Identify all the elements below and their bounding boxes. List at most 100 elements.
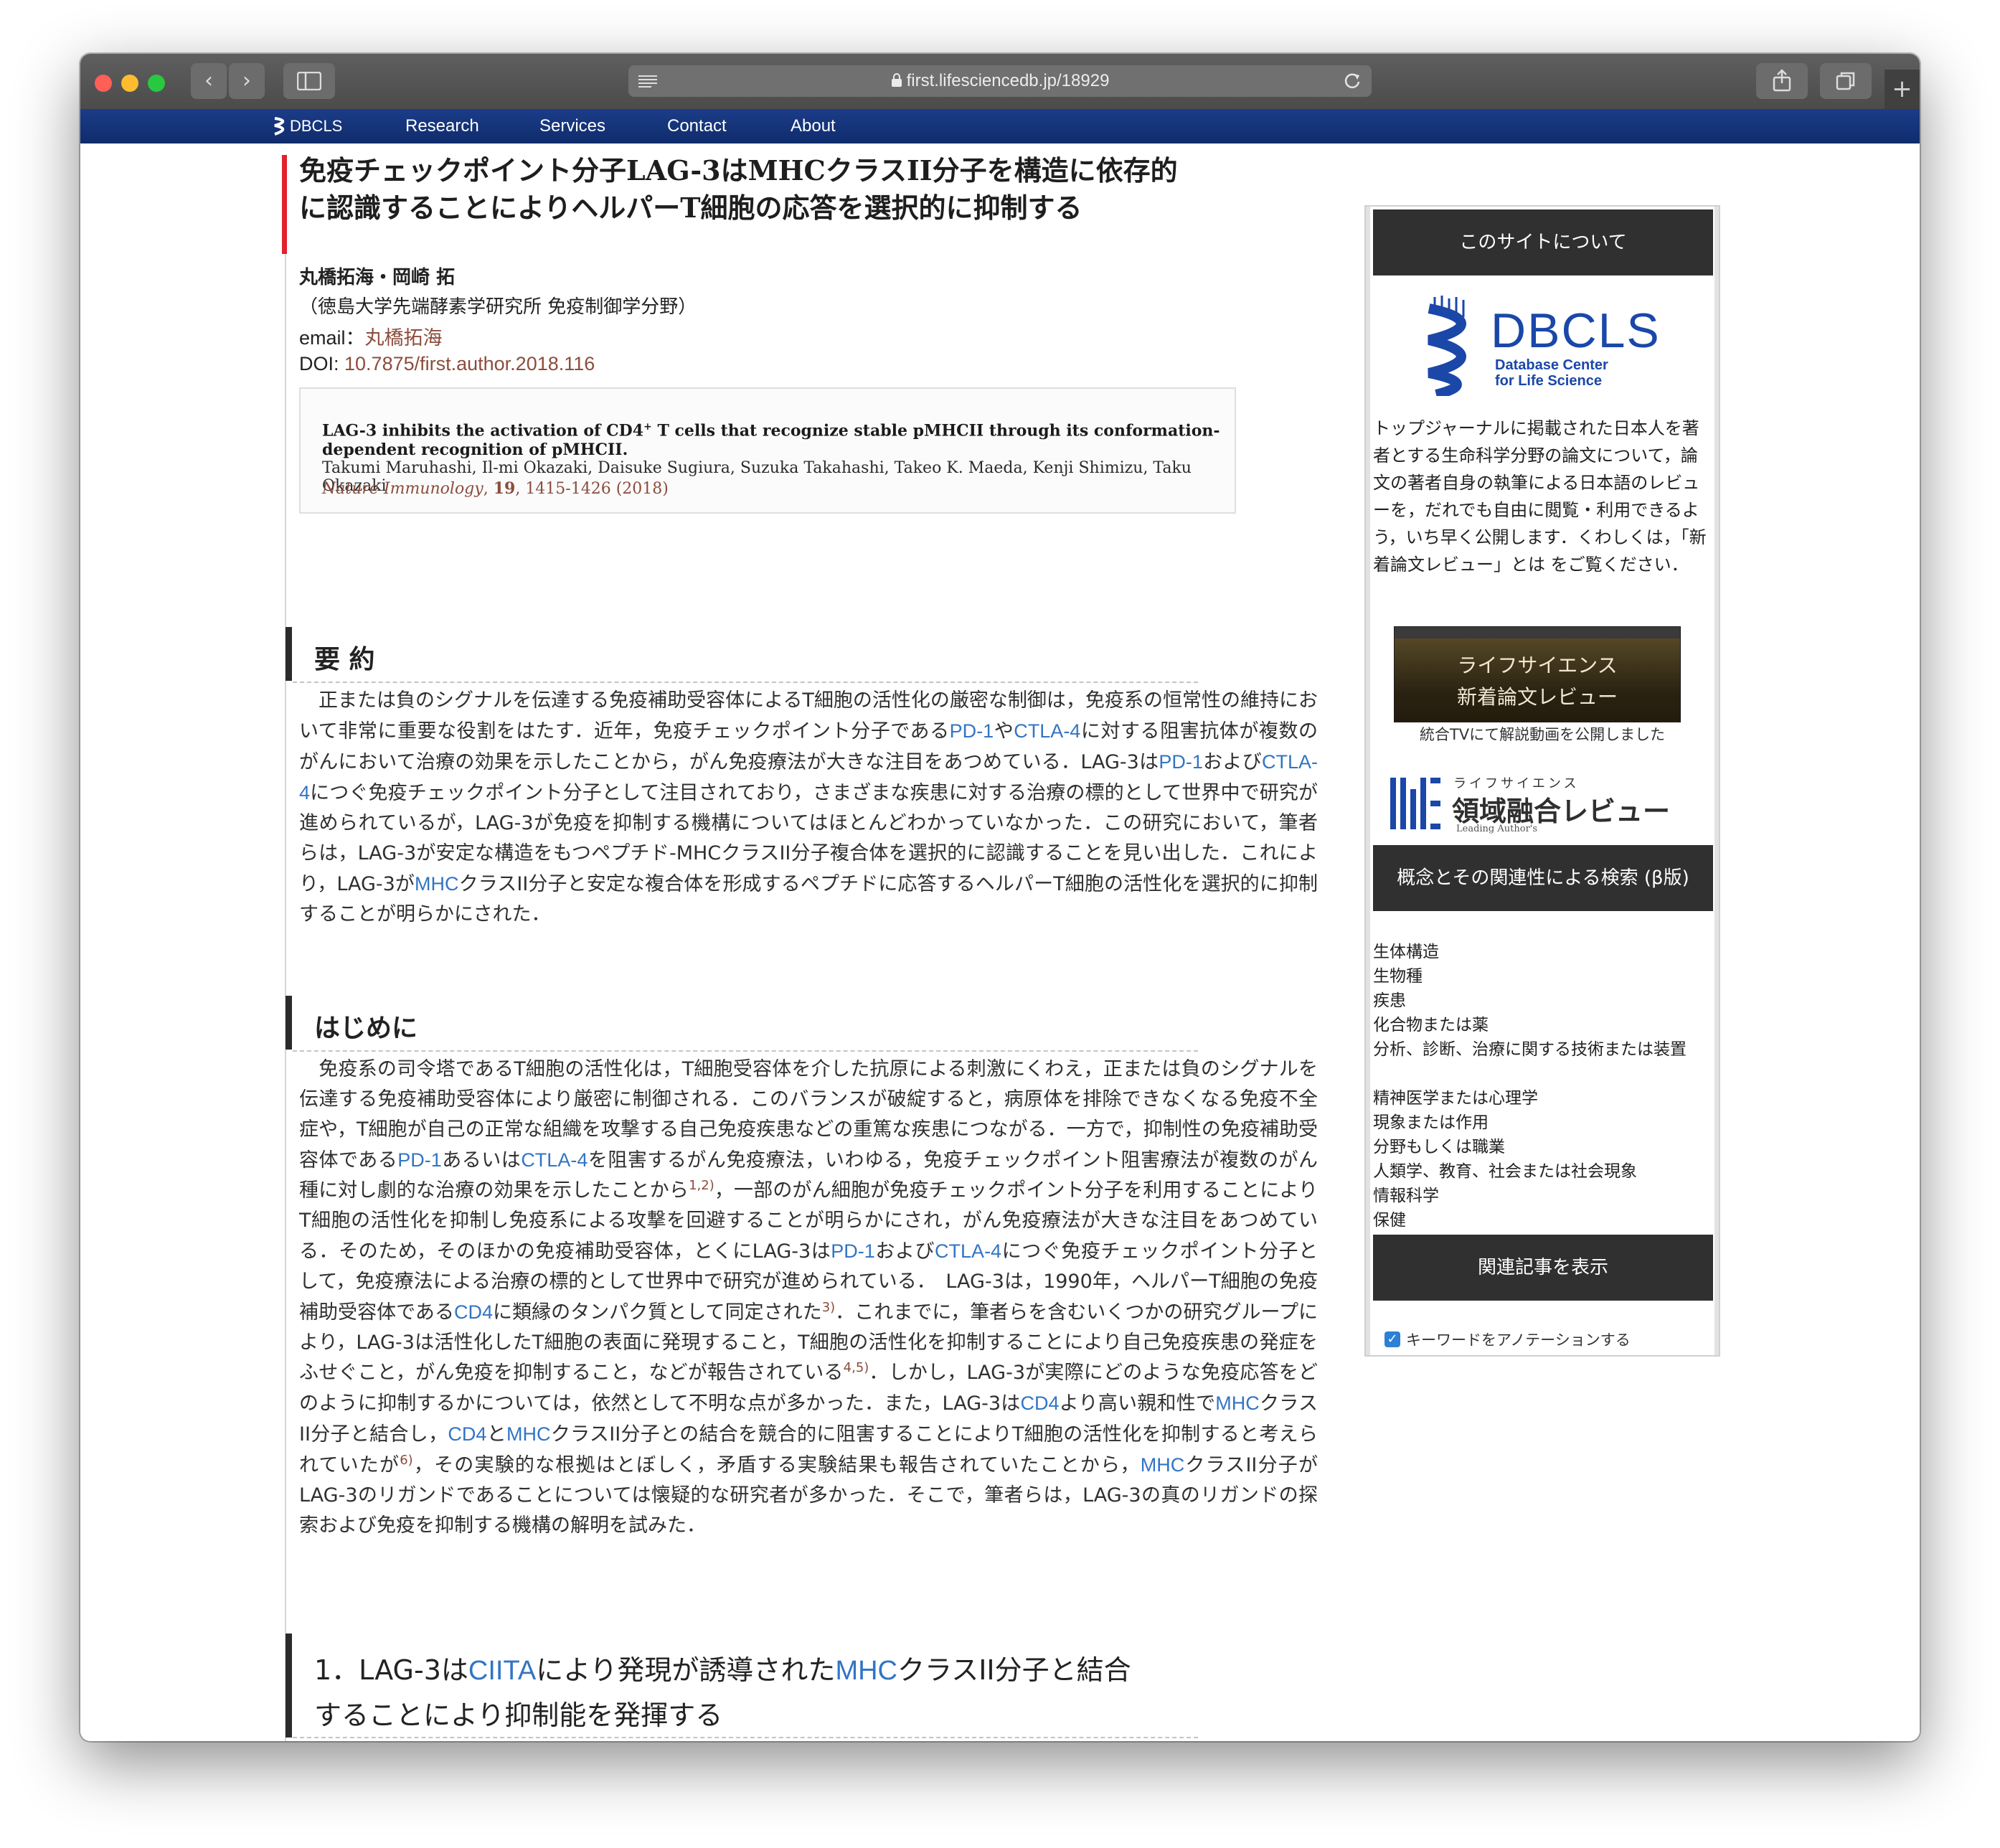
keyword-link[interactable]: MHC (1141, 1454, 1185, 1476)
back-button[interactable]: ‹ (191, 63, 227, 99)
title-accent-bar (282, 155, 287, 254)
tv-banner-top-strip (1395, 627, 1680, 638)
sidebar-icon (296, 71, 322, 91)
plus-icon: + (1892, 75, 1912, 103)
section-bar (286, 996, 292, 1050)
keyword-link[interactable]: MHC (415, 873, 459, 895)
site-navbar: DBCLS Research Services Contact About (80, 109, 1920, 145)
concept-item[interactable]: 分析、診断、治療に関する技術または装置 (1373, 1037, 1710, 1062)
share-icon (1773, 69, 1791, 92)
tv-banner-line2: 新着論文レビュー (1456, 685, 1618, 709)
citation-journal-link[interactable]: Nature Immunology, 19, 1415-1426 (2018) (322, 479, 669, 498)
about-site-text: トップジャーナルに掲載された日本人を著者とする生命科学分野の論文について，論文の… (1373, 418, 1707, 575)
new-tab-button[interactable]: + (1885, 70, 1920, 109)
keyword-link[interactable]: PD-1 (950, 720, 994, 742)
keyword-link[interactable]: MHC (506, 1423, 551, 1445)
reference-link[interactable]: 4,5) (844, 1360, 869, 1375)
concept-item[interactable]: 人類学、教育、社会または社会現象 (1373, 1159, 1710, 1184)
concept-item[interactable]: 分野もしくは職業 (1373, 1135, 1710, 1159)
keyword-link[interactable]: CIITA (468, 1656, 536, 1686)
citation-box: LAG-3 inhibits the activation of CD4+ T … (299, 387, 1236, 514)
dbcls-logo-sub1: Database Center (1495, 357, 1608, 373)
concept-item[interactable]: 情報科学 (1373, 1184, 1710, 1208)
minimize-window-button[interactable] (121, 75, 138, 92)
sidebar-edge-right (1714, 207, 1719, 1355)
tabs-overview-button[interactable] (1820, 63, 1872, 99)
concept-item[interactable]: 現象または作用 (1373, 1111, 1710, 1135)
address-bar[interactable]: first.lifesciencedb.jp/18929 (628, 65, 1372, 97)
browser-titlebar: ‹ › first.lifesciencedb.jp/18929 + (80, 54, 1920, 109)
nav-logo-text: DBCLS (290, 117, 343, 135)
article-title: 免疫チェックポイント分子LAG-3はMHCクラスII分子を構造に依存的 に認識す… (299, 152, 1318, 227)
concept-search-header: 概念とその関連性による検索 (β版) (1373, 845, 1713, 911)
dbcls-logo[interactable]: DBCLS Database Center for Life Science (1422, 296, 1659, 403)
back-arrow-icon: ‹ (204, 68, 213, 93)
keyword-link[interactable]: CD4 (454, 1301, 493, 1323)
text-run: および (1202, 751, 1262, 773)
text-run: クラスII分子と結合 (897, 1654, 1131, 1686)
togo-tv-banner[interactable]: ライフサイエンス 新着論文レビュー (1394, 626, 1681, 722)
tabs-icon (1836, 72, 1855, 90)
concept-item[interactable]: 保健 (1373, 1208, 1710, 1232)
section1-heading: 1．LAG-3はCIITAにより発現が誘導されたMHCクラスII分子と結合 する… (286, 1634, 1290, 1738)
text-run: ，その実験的な根拠はとぼしく，矛盾する実験結果も報告されていたことから， (412, 1454, 1141, 1476)
doi-label: DOI: (299, 353, 345, 374)
review-banner[interactable]: ライフサイエンス 領域融合レビュー Leading Author's (1387, 773, 1689, 838)
related-articles-header[interactable]: 関連記事を表示 (1373, 1235, 1713, 1301)
intro-paragraph: 免疫系の司令塔であるT細胞の活性化は，T細胞受容体を介した抗原による刺激にくわえ… (299, 1055, 1318, 1541)
concept-item[interactable]: 化合物または薬 (1373, 1013, 1710, 1037)
article-authors: 丸橋拓海・岡崎 拓 (299, 267, 456, 288)
doi-link[interactable]: 10.7875/first.author.2018.116 (344, 353, 595, 374)
review-sub: Leading Author's (1456, 824, 1538, 834)
keyword-link[interactable]: PD-1 (1159, 751, 1203, 773)
concept-item[interactable]: 生体構造 (1373, 940, 1710, 964)
share-button[interactable] (1756, 63, 1808, 99)
reference-link[interactable]: 6) (400, 1453, 412, 1468)
text-run: あるいは (441, 1149, 522, 1172)
keyword-link[interactable]: CTLA-4 (521, 1149, 588, 1171)
nav-services[interactable]: Services (539, 109, 605, 143)
concept-item[interactable]: 精神医学または心理学 (1373, 1086, 1710, 1111)
dbcls-helix-icon (274, 117, 285, 136)
nav-research[interactable]: Research (405, 109, 479, 143)
keyword-link[interactable]: CTLA-4 (1014, 720, 1080, 742)
text-run: より高い親和性で (1059, 1392, 1216, 1415)
nav-about[interactable]: About (791, 109, 836, 143)
annotate-label: キーワードをアノテーションする (1406, 1331, 1631, 1349)
keyword-link[interactable]: MHC (1215, 1392, 1260, 1414)
keyword-link[interactable]: PD-1 (831, 1240, 875, 1262)
keyword-link[interactable]: CD4 (448, 1423, 486, 1445)
section1-title-line1: 1．LAG-3はCIITAにより発現が誘導されたMHCクラスII分子と結合 (314, 1648, 1247, 1693)
email-link[interactable]: 丸橋拓海 (365, 327, 443, 349)
concept-item[interactable]: 生物種 (1373, 964, 1710, 989)
doi-line: DOI: 10.7875/first.author.2018.116 (299, 353, 595, 375)
dbcls-nav-logo[interactable]: DBCLS (273, 109, 342, 143)
citation-title: LAG-3 inhibits the activation of CD4+ T … (322, 421, 1220, 460)
reference-link[interactable]: 3) (822, 1300, 835, 1315)
reference-link[interactable]: 1,2) (689, 1178, 714, 1193)
keyword-link[interactable]: CTLA-4 (935, 1240, 1001, 1262)
tv-banner-line1: ライフサイエンス (1457, 654, 1618, 677)
reload-icon[interactable] (1343, 72, 1362, 90)
section1-title-line2: することにより抑制能を発揮する (314, 1700, 723, 1731)
keyword-link[interactable]: PD-1 (397, 1149, 442, 1171)
close-window-button[interactable] (95, 75, 112, 92)
annotate-checkbox[interactable]: ✓ (1385, 1331, 1400, 1347)
page-content: 免疫チェックポイント分子LAG-3はMHCクラスII分子を構造に依存的 に認識す… (80, 143, 1920, 1741)
section-bar (286, 627, 292, 681)
text-run: および (874, 1240, 935, 1263)
article-title-line2: に認識することによりヘルパーT細胞の応答を選択的に抑制する (299, 192, 1082, 224)
sidebar-toggle-button[interactable] (283, 63, 335, 99)
tv-caption: 統合TVにて解説動画を公開しました (1419, 726, 1666, 743)
text-run: により発現が誘導された (536, 1654, 836, 1686)
nav-contact[interactable]: Contact (667, 109, 727, 143)
zoom-window-button[interactable] (148, 75, 165, 92)
summary-heading: 要 約 (286, 627, 1290, 684)
about-site-header: このサイトについて (1373, 209, 1713, 275)
forward-button[interactable]: › (229, 63, 265, 99)
keyword-link[interactable]: MHC (835, 1656, 897, 1686)
email-line: email：丸橋拓海 (299, 322, 443, 350)
keyword-link[interactable]: CD4 (1021, 1392, 1060, 1414)
checkmark-icon: ✓ (1387, 1331, 1398, 1347)
concept-item[interactable]: 疾患 (1373, 989, 1710, 1013)
